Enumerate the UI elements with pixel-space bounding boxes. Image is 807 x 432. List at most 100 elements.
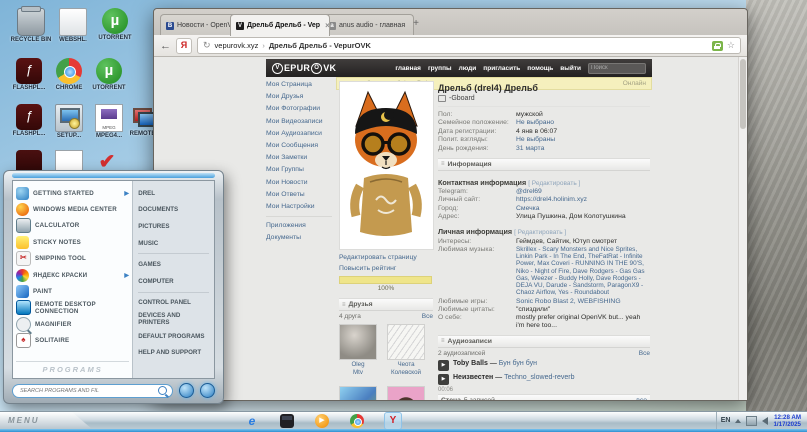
start-menu-pictures[interactable]: Pictures [138, 218, 209, 235]
sidebar-my-photos[interactable]: Мои Фотографии [266, 103, 332, 115]
nav-groups[interactable]: группы [428, 65, 452, 72]
tab-anus-audio[interactable]: a anus audio - главная [322, 14, 414, 36]
start-menu-search[interactable] [12, 383, 173, 398]
scrollbar-thumb[interactable] [740, 59, 746, 129]
all-programs-button[interactable]: Programs [16, 361, 130, 374]
desktop-icon-webshl[interactable]: WEBSHL. [50, 8, 96, 44]
media-player-icon[interactable]: ▶ [315, 413, 329, 428]
friend-avatar-girl [387, 386, 425, 400]
friend-item[interactable]: Oleg Mtv [339, 324, 377, 376]
sidebar-my-news[interactable]: Мои Новости [266, 177, 332, 189]
video-file-icon [95, 104, 123, 132]
shutdown-button[interactable] [179, 383, 194, 398]
start-menu-computer[interactable]: Computer [138, 273, 209, 290]
start-button[interactable]: MENU [0, 412, 92, 429]
nav-logout[interactable]: выйти [560, 65, 581, 72]
shutdown-options-button[interactable] [200, 383, 215, 398]
start-menu-item-magnifier[interactable]: Magnifier [16, 316, 129, 332]
back-button[interactable]: ← [160, 40, 171, 52]
start-menu-item-calculator[interactable]: Calculator [16, 218, 129, 234]
sidebar-my-notes[interactable]: Мои Заметки [266, 152, 332, 164]
sidebar-my-videos[interactable]: Мои Видеозаписи [266, 116, 332, 128]
tab-profile-active[interactable]: V Дрельб Дрельб - Vep × [230, 14, 330, 36]
friends-count: 4 друга [339, 313, 361, 320]
start-menu-item-solitaire[interactable]: ♠ Solitaire [16, 333, 129, 349]
tab-close-icon[interactable]: × [325, 21, 329, 30]
edit-contact-link[interactable]: [ Редактировать ] [528, 180, 580, 187]
profile-status[interactable]: -Gboard [438, 95, 650, 102]
sidebar-my-friends[interactable]: Мои Друзья [266, 91, 332, 103]
play-icon[interactable]: ▶ [438, 373, 449, 385]
sidebar-my-settings[interactable]: Мои Настройки [266, 201, 332, 213]
start-menu-games[interactable]: Games [138, 256, 209, 273]
start-menu-default-programs[interactable]: Default Programs [138, 328, 209, 345]
friends-all-link[interactable]: Все [422, 313, 433, 320]
tab-favicon: B [166, 21, 174, 30]
play-icon[interactable]: ▶ [438, 359, 449, 371]
start-menu-item-getting-started[interactable]: Getting Started ▶ [16, 185, 129, 201]
start-menu-control-panel[interactable]: Control Panel [138, 295, 209, 312]
nav-help[interactable]: помощь [527, 65, 553, 72]
friend-avatar-cat [339, 324, 377, 360]
start-menu-item-remote-desktop[interactable]: Remote Desktop Connection [16, 300, 129, 316]
address-bar[interactable]: ↻ vepurovk.xyz › Дрельб Дрельб - VepurOV… [197, 37, 741, 54]
sidebar-my-messages[interactable]: Мои Сообщения [266, 140, 332, 152]
site-search-input[interactable] [588, 62, 646, 74]
nav-home[interactable]: главная [395, 65, 421, 72]
desktop-icon-utorrent2[interactable]: µ UTORRENT [86, 58, 132, 92]
page-scrollbar[interactable] [738, 57, 747, 400]
new-tab-button[interactable]: + [408, 16, 424, 32]
start-menu-item-media-center[interactable]: Windows Media Center [16, 201, 129, 217]
site-logo[interactable]: V EPUR O VK [272, 62, 336, 74]
sidebar-my-audios[interactable]: Мои Аудиозаписи [266, 128, 332, 140]
hidden-icons-arrow[interactable] [735, 418, 742, 423]
personal-row: Любимые игры: Sonic Robo Blast 2, WEBFISH… [438, 297, 621, 305]
volume-icon[interactable] [762, 416, 769, 425]
yandex-button[interactable]: Я [176, 37, 192, 54]
start-menu-music[interactable]: Music [138, 235, 209, 252]
sidebar-my-answers[interactable]: Мои Ответы [266, 189, 332, 201]
security-lock-icon[interactable] [711, 40, 723, 51]
chrome-icon[interactable] [350, 413, 364, 428]
start-menu-help-support[interactable]: Help and Support [138, 344, 209, 361]
start-menu-search-input[interactable] [18, 386, 158, 395]
start-menu-item-snipping-tool[interactable]: ✂ Snipping Tool [16, 251, 129, 267]
sidebar-my-groups[interactable]: Мои Группы [266, 164, 332, 176]
taskbar-clock[interactable]: 12:28 AM 1/17/2025 [773, 414, 801, 428]
nav-people[interactable]: люди [459, 65, 477, 72]
start-menu-item-sticky-notes[interactable]: Sticky Notes [16, 234, 129, 250]
friend-item[interactable]: Бомбастик [339, 386, 377, 400]
start-menu-item-paint[interactable]: Paint [16, 283, 129, 299]
audios-all-link[interactable]: Все [639, 350, 650, 357]
friend-item[interactable]: Всеволод [387, 386, 425, 400]
tab-openvk-news[interactable]: B Новости - OpenVK [160, 14, 238, 36]
file-explorer-icon[interactable] [280, 413, 294, 428]
sidebar-documents[interactable]: Документы [266, 232, 332, 244]
bookmark-star-icon[interactable]: ☆ [727, 40, 735, 51]
friend-item[interactable]: Чеота Колевской [387, 324, 425, 376]
getting-started-icon [16, 186, 29, 200]
raise-rating-link[interactable]: Повысить рейтинг [339, 265, 433, 272]
start-menu-devices-printers[interactable]: Devices and Printers [138, 311, 209, 328]
start-menu-user[interactable]: Drel [138, 185, 209, 202]
profile-name: Дрельб (drel4) Дрельб [438, 83, 538, 93]
desktop-icon-utorrent[interactable]: µ UTORRENT [92, 8, 138, 42]
sidebar-my-page[interactable]: Моя Страница [266, 79, 332, 91]
yandex-browser-icon[interactable]: Y [384, 411, 402, 430]
desktop-icon-recycle-bin[interactable]: RECYCLE BIN [8, 6, 54, 44]
edit-personal-link[interactable]: [ Редактировать ] [514, 229, 566, 236]
reload-icon[interactable]: ↻ [203, 40, 211, 51]
sidebar-apps[interactable]: Приложения [266, 220, 332, 232]
profile-avatar[interactable] [339, 81, 434, 250]
start-menu-documents[interactable]: Documents [138, 202, 209, 219]
url-separator: › [262, 41, 265, 50]
edit-page-link[interactable]: Редактировать страницу [339, 254, 433, 261]
system-tray: EN 12:28 AM 1/17/2025 [715, 412, 805, 429]
internet-explorer-icon[interactable]: e [245, 414, 259, 428]
language-indicator[interactable]: EN [721, 417, 731, 424]
start-menu-item-yandex-kraski[interactable]: Яндекс Краски ▶ [16, 267, 129, 283]
nav-invite[interactable]: пригласить [483, 65, 520, 72]
network-icon[interactable] [746, 415, 758, 426]
wall-all-link[interactable]: все [636, 397, 647, 400]
taskbar: MENU e ▶ Y EN 12:28 AM 1/17/2025 [0, 411, 807, 432]
